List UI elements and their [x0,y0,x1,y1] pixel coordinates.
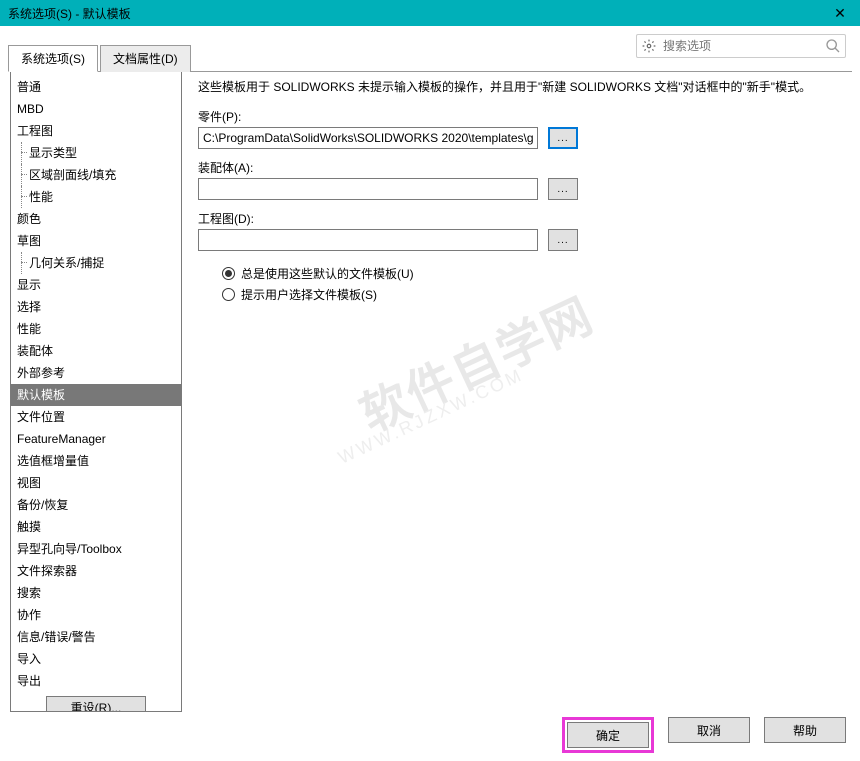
options-tree: 普通MBD工程图显示类型区域剖面线/填充性能颜色草图几何关系/捕捉显示选择性能装… [10,72,182,712]
tree-item[interactable]: 协作 [11,604,181,626]
tree-item[interactable]: 显示 [11,274,181,296]
tree-item[interactable]: 选值框增量值 [11,450,181,472]
search-icon[interactable] [823,36,843,56]
main-panel: 这些模板用于 SOLIDWORKS 未提示输入模板的操作，并且用于"新建 SOL… [182,72,852,712]
tree-item[interactable]: 导出 [11,670,181,692]
window-title: 系统选项(S) - 默认模板 [8,5,131,22]
dialog-buttons: 确定 取消 帮助 [562,717,846,753]
tree-item[interactable]: 导入 [11,648,181,670]
browse-assembly-button[interactable]: ... [548,178,578,200]
ok-highlight-box: 确定 [562,717,654,753]
tree-item[interactable]: 异型孔向导/Toolbox [11,538,181,560]
tree-item[interactable]: 视图 [11,472,181,494]
tree-item[interactable]: 默认模板 [11,384,181,406]
titlebar: 系统选项(S) - 默认模板 ✕ [0,0,860,26]
cancel-button[interactable]: 取消 [668,717,750,743]
tree-item[interactable]: 工程图 [11,120,181,142]
close-icon: ✕ [834,5,846,22]
part-path-input[interactable] [198,127,538,149]
radio-icon [222,288,235,301]
tree-item[interactable]: 装配体 [11,340,181,362]
search-input[interactable] [661,36,823,56]
gear-icon[interactable] [641,38,657,54]
tree-item[interactable]: 普通 [11,76,181,98]
assembly-path-input[interactable] [198,178,538,200]
radio-always-use-defaults[interactable]: 总是使用这些默认的文件模板(U) [222,265,842,282]
tree-item[interactable]: 性能 [11,186,181,208]
part-label: 零件(P): [198,108,842,125]
tab-document-properties[interactable]: 文档属性(D) [100,45,191,72]
tree-item[interactable]: 外部参考 [11,362,181,384]
tab-system-options[interactable]: 系统选项(S) [8,45,98,72]
assembly-label: 装配体(A): [198,159,842,176]
radio-always-label: 总是使用这些默认的文件模板(U) [241,265,414,282]
tree-item[interactable]: 搜索 [11,582,181,604]
tree-item[interactable]: 文件位置 [11,406,181,428]
browse-part-button[interactable]: ... [548,127,578,149]
description-text: 这些模板用于 SOLIDWORKS 未提示输入模板的操作，并且用于"新建 SOL… [198,78,842,96]
drawing-label: 工程图(D): [198,210,842,227]
close-button[interactable]: ✕ [820,0,860,26]
help-button[interactable]: 帮助 [764,717,846,743]
radio-prompt-label: 提示用户选择文件模板(S) [241,286,377,303]
tree-item[interactable]: 草图 [11,230,181,252]
tree-item[interactable]: 显示类型 [11,142,181,164]
tree-item[interactable]: 颜色 [11,208,181,230]
drawing-path-input[interactable] [198,229,538,251]
ok-button[interactable]: 确定 [567,722,649,748]
tree-item[interactable]: 信息/错误/警告 [11,626,181,648]
tree-item[interactable]: 文件探索器 [11,560,181,582]
search-bar [636,34,846,58]
tree-item[interactable]: 几何关系/捕捉 [11,252,181,274]
tree-item[interactable]: 选择 [11,296,181,318]
tree-item[interactable]: FeatureManager [11,428,181,450]
radio-icon [222,267,235,280]
reset-button[interactable]: 重设(R)... [46,696,146,712]
browse-drawing-button[interactable]: ... [548,229,578,251]
radio-prompt-user[interactable]: 提示用户选择文件模板(S) [222,286,842,303]
tree-item[interactable]: 触摸 [11,516,181,538]
tree-item[interactable]: 区域剖面线/填充 [11,164,181,186]
tree-item[interactable]: MBD [11,98,181,120]
tree-item[interactable]: 备份/恢复 [11,494,181,516]
tree-item[interactable]: 性能 [11,318,181,340]
